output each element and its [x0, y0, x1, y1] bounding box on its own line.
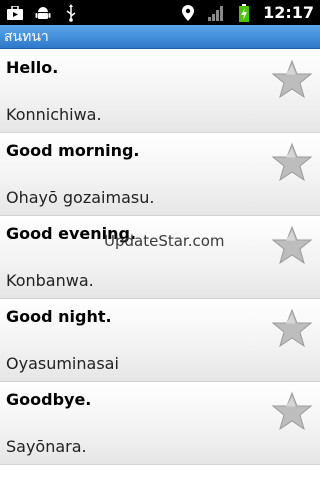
phrase-row[interactable]: Hello. Konnichiwa.: [0, 50, 320, 133]
phrase-row[interactable]: Good night. Oyasuminasai: [0, 299, 320, 382]
signal-icon: [207, 4, 225, 22]
star-icon[interactable]: [272, 142, 312, 182]
app-title: สนทนา: [4, 29, 49, 45]
watermark-text: UpdateStar.com: [104, 232, 225, 250]
status-left-icons: [6, 3, 80, 22]
star-icon[interactable]: [272, 308, 312, 348]
battery-charging-icon: [235, 3, 253, 22]
phrase-english: Goodbye.: [6, 390, 92, 409]
phrase-row[interactable]: Good morning. Ohayō gozaimasu.: [0, 133, 320, 216]
app-title-bar: สนทนา: [0, 25, 320, 49]
star-icon[interactable]: [272, 59, 312, 99]
briefcase-icon: [6, 4, 24, 22]
phrase-list: Hello. Konnichiwa. Good morning. Ohayō g…: [0, 50, 320, 465]
phrase-english: Hello.: [6, 58, 59, 77]
phrase-japanese: Sayōnara.: [6, 437, 87, 456]
location-icon: [179, 4, 197, 22]
status-bar: 12:17: [0, 0, 320, 25]
phrase-japanese: Konnichiwa.: [6, 105, 102, 124]
android-icon: [34, 4, 52, 22]
phrase-japanese: Ohayō gozaimasu.: [6, 188, 155, 207]
phrase-japanese: Konbanwa.: [6, 271, 94, 290]
phrase-english: Good morning.: [6, 141, 140, 160]
usb-icon: [62, 3, 80, 22]
star-icon[interactable]: [272, 225, 312, 265]
phrase-japanese: Oyasuminasai: [6, 354, 119, 373]
status-time: 12:17: [263, 3, 314, 22]
star-icon[interactable]: [272, 391, 312, 431]
phrase-row[interactable]: Goodbye. Sayōnara.: [0, 382, 320, 465]
phrase-row[interactable]: Good evening. Konbanwa.: [0, 216, 320, 299]
phrase-english: Good night.: [6, 307, 112, 326]
status-right-icons: 12:17: [179, 3, 314, 22]
